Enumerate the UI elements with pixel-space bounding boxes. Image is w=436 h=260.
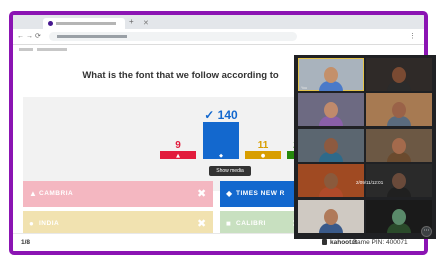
participant-avatar-head <box>324 209 338 225</box>
video-call-grid: You 2/09/11/12:01 ⋯ <box>294 55 436 239</box>
bookmark-item[interactable] <box>37 48 67 51</box>
diamond-icon: ◆ <box>226 189 233 198</box>
participant-name: You <box>301 86 307 90</box>
answer-label: TIMES NEW R <box>236 190 285 197</box>
diamond-icon: ◆ <box>219 153 223 159</box>
kahoot-favicon-icon <box>48 21 53 26</box>
browser-tab-bar: ✕ + <box>13 15 424 29</box>
answer-1[interactable]: ▲ CAMBRIA ✖ <box>23 181 213 207</box>
participant-avatar-head <box>392 67 406 83</box>
participant-video-tile[interactable] <box>366 129 432 162</box>
question-counter: 1/8 <box>21 239 31 246</box>
answer-label: CALIBRI <box>236 220 266 227</box>
participant-video-tile[interactable] <box>298 164 364 197</box>
url-text <box>57 35 127 38</box>
participant-avatar-head <box>324 138 338 154</box>
bar-value-label: 11 <box>258 140 269 151</box>
participant-video-tile[interactable]: You <box>298 58 364 91</box>
circle-icon: ● <box>29 219 34 228</box>
participant-video-tile[interactable] <box>366 93 432 126</box>
bookmark-apps[interactable] <box>19 48 33 51</box>
participant-video-tile[interactable] <box>298 93 364 126</box>
lock-icon <box>322 239 327 245</box>
participant-video-tile[interactable] <box>366 58 432 91</box>
incorrect-icon: ✖ <box>197 188 207 200</box>
tab-title <box>56 22 116 25</box>
participant-avatar-head <box>324 102 338 118</box>
participant-video-tile[interactable] <box>298 129 364 162</box>
circle-icon: ● <box>261 153 266 159</box>
show-media-button[interactable]: Show media <box>209 166 251 176</box>
new-tab-icon[interactable]: + <box>129 17 134 26</box>
question-title: What is the font that we follow accordin… <box>82 70 279 81</box>
browser-menu-icon[interactable]: ⋮ <box>409 32 416 41</box>
timestamp: 2/09/11/12:01 <box>356 180 384 185</box>
browser-tab[interactable]: ✕ <box>43 18 149 29</box>
url-field[interactable] <box>49 32 297 41</box>
game-pin: Game PIN: 400071 <box>352 238 408 248</box>
participant-avatar-head <box>392 138 406 154</box>
results-chart: ▲9◆✓ 140●11■2 <box>160 108 305 159</box>
bookmarks-bar <box>13 45 424 54</box>
participant-avatar-head <box>324 173 338 189</box>
participant-avatar-head <box>392 173 406 189</box>
participant-video-tile[interactable] <box>298 200 364 233</box>
tab-close-icon[interactable]: ✕ <box>143 19 149 28</box>
game-pin-label: Game PIN: <box>352 239 385 246</box>
square-icon: ■ <box>226 219 231 228</box>
triangle-icon: ▲ <box>29 189 37 198</box>
participant-avatar-head <box>324 67 338 83</box>
incorrect-icon: ✖ <box>197 218 207 230</box>
answer-label: CAMBRIA <box>39 190 74 197</box>
results-chart-area: ▲9◆✓ 140●11■2 <box>23 97 305 191</box>
bar-value-label: 9 <box>175 140 181 151</box>
triangle-icon: ▲ <box>176 153 180 159</box>
participant-avatar-head <box>392 209 406 225</box>
more-options-icon[interactable]: ⋯ <box>421 226 432 237</box>
answer-label: INDIA <box>39 220 60 227</box>
bar-value-label: ✓ 140 <box>204 108 238 122</box>
address-bar-row: ←→⟳ ⋮ <box>13 29 424 45</box>
participant-avatar-head <box>392 102 406 118</box>
navigation-icons[interactable]: ←→⟳ <box>17 32 43 41</box>
game-pin-value: 400071 <box>385 239 408 246</box>
